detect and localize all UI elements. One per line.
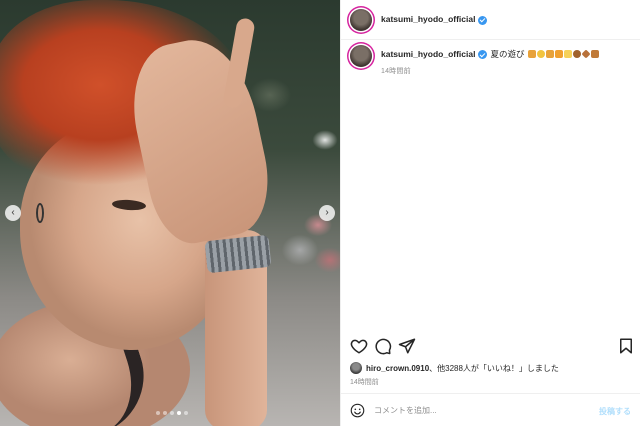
caption-row: katsumi_hyodo_official 夏の遊び 14時間前 — [350, 45, 599, 76]
brown-circle-icon — [572, 50, 581, 58]
chevron-left-icon: ‹ — [11, 207, 15, 218]
photo-earring — [36, 203, 44, 223]
carousel-dot — [170, 411, 174, 415]
caption-emojis — [527, 49, 599, 59]
carousel-dot — [156, 411, 160, 415]
brown-square-icon — [590, 50, 599, 58]
caption-body: katsumi_hyodo_official 夏の遊び 14時間前 — [381, 48, 599, 76]
hand-icon — [545, 50, 554, 58]
caption-timestamp: 14時間前 — [381, 68, 411, 75]
liker-username[interactable]: hiro_crown.0910 — [366, 364, 429, 373]
caption-avatar[interactable] — [350, 45, 372, 67]
share-icon[interactable] — [398, 337, 416, 355]
brown-diamond-icon — [581, 49, 591, 59]
verified-badge-icon — [478, 50, 488, 60]
heart-icon[interactable] — [350, 337, 368, 355]
liker-avatar[interactable] — [350, 362, 362, 374]
likes-text: hiro_crown.0910、他3288人が「いいね！」しました — [366, 363, 559, 374]
post-header: katsumi_hyodo_official — [341, 0, 640, 40]
post-comment-button[interactable]: 投稿する — [599, 406, 631, 417]
comment-icon[interactable] — [374, 337, 392, 355]
bookmark-icon[interactable] — [617, 337, 635, 355]
sparkle-icon — [563, 50, 572, 58]
post-photo[interactable]: ‹ › — [0, 0, 340, 426]
caption-username[interactable]: katsumi_hyodo_official — [381, 49, 475, 59]
chevron-right-icon: › — [325, 207, 329, 218]
carousel-prev-button[interactable]: ‹ — [5, 205, 21, 221]
comment-bar: 投稿する — [341, 393, 640, 426]
caption-line: katsumi_hyodo_official 夏の遊び — [381, 48, 599, 60]
hand-icon — [527, 50, 536, 58]
carousel-next-button[interactable]: › — [319, 205, 335, 221]
carousel-dot — [163, 411, 167, 415]
likes-row: hiro_crown.0910、他3288人が「いいね！」しました — [350, 362, 559, 374]
carousel-indicator — [156, 411, 188, 415]
photo-watch — [204, 234, 272, 274]
smile-icon — [536, 50, 545, 58]
post-dialog: ‹ › katsumi_hyodo_official katsumi_hyodo… — [0, 0, 640, 426]
emoji-icon[interactable] — [350, 403, 365, 418]
carousel-dot — [184, 411, 188, 415]
post-timestamp[interactable]: 14時間前 — [350, 377, 379, 387]
caption-text: 夏の遊び — [490, 49, 525, 59]
verified-badge-icon — [478, 15, 488, 25]
action-bar — [341, 337, 640, 357]
post-sidebar: katsumi_hyodo_official katsumi_hyodo_off… — [340, 0, 640, 426]
header-username[interactable]: katsumi_hyodo_official — [381, 14, 488, 25]
carousel-dot — [177, 411, 181, 415]
comment-input[interactable] — [374, 405, 584, 415]
heart-icon — [554, 50, 563, 58]
likes-count-text[interactable]: 、他3288人が「いいね！」しました — [429, 364, 559, 373]
avatar[interactable] — [350, 8, 372, 31]
header-username-text[interactable]: katsumi_hyodo_official — [381, 14, 475, 24]
